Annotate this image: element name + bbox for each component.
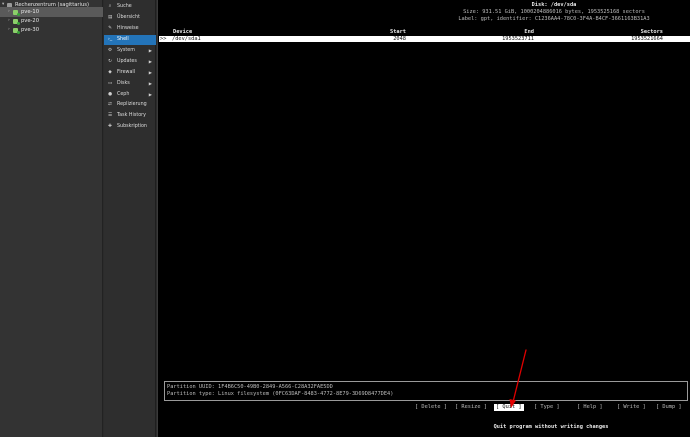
menu-item-label: Hinweise xyxy=(117,26,139,31)
dump-button[interactable]: [ Dump ] xyxy=(656,404,682,411)
partition-info-box: Partition UUID: 1F4B6C50-49B0-2849-A566-… xyxy=(164,381,688,401)
menu-item-subskription[interactable]: ✚ Subskription xyxy=(104,122,156,132)
menu-item-updates[interactable]: ↻ Updates ▶ xyxy=(104,57,156,67)
help-button[interactable]: [ Help ] xyxy=(577,404,603,411)
menu-item-uebersicht[interactable]: ▤ Übersicht xyxy=(104,13,156,23)
quit-button[interactable]: [ Quit ] xyxy=(494,404,524,411)
disk-icon: ▭ xyxy=(108,81,113,86)
type-button[interactable]: [ Type ] xyxy=(534,404,560,411)
notes-icon: ✎ xyxy=(108,26,112,31)
shell-icon: ›_ xyxy=(108,37,113,42)
shield-icon: ◆ xyxy=(108,70,112,75)
menu-item-ceph[interactable]: ● Ceph ▶ xyxy=(104,90,156,100)
disk-title: Disk: /dev/sda xyxy=(531,2,577,8)
summary-icon: ▤ xyxy=(108,15,113,20)
menu-item-disks[interactable]: ▭ Disks ▶ xyxy=(104,79,156,89)
partition-uuid: Partition UUID: 1F4B6C50-49B0-2849-A566-… xyxy=(167,384,333,390)
menu-item-label: Updates xyxy=(117,59,137,64)
caret-right-icon: ▶ xyxy=(148,59,152,64)
partition-row-selected[interactable]: >> /dev/sda1 2048 1953523711 1953521664 xyxy=(159,36,690,42)
tree-node-pve-30[interactable]: › pve-30 xyxy=(0,25,103,35)
menu-item-hinweise[interactable]: ✎ Hinweise xyxy=(104,24,156,34)
partition-type: Partition type: Linux filesystem (0FC63D… xyxy=(167,391,394,397)
node-menu: ⌕ Suche ▤ Übersicht ✎ Hinweise ›_ Shell … xyxy=(104,0,156,437)
menu-item-label: Firewall xyxy=(117,70,136,75)
server-icon xyxy=(13,18,20,25)
partition-sectors: 1953521664 xyxy=(631,36,663,42)
delete-button[interactable]: [ Delete ] xyxy=(415,404,447,411)
column-header-start: Start xyxy=(390,29,406,35)
refresh-icon: ↻ xyxy=(108,59,112,64)
caret-right-icon: ▶ xyxy=(148,92,152,97)
support-icon: ✚ xyxy=(108,124,112,129)
menu-item-label: Subskription xyxy=(117,124,147,129)
caret-right-icon: ▶ xyxy=(148,81,152,86)
list-icon: ☰ xyxy=(108,113,113,118)
search-icon: ⌕ xyxy=(108,4,112,9)
server-icon xyxy=(13,9,20,16)
menu-item-suche[interactable]: ⌕ Suche xyxy=(104,2,156,12)
menu-item-label: Ceph xyxy=(117,92,130,97)
menu-item-label: Shell xyxy=(117,37,129,42)
disk-label-line: Label: gpt, identifier: C1236AA4-78C0-3F… xyxy=(458,16,650,22)
column-header-end: End xyxy=(524,29,534,35)
column-header-device: Device xyxy=(173,29,193,35)
menu-item-system[interactable]: ⚙ System ▶ xyxy=(104,46,156,56)
write-button[interactable]: [ Write ] xyxy=(617,404,646,411)
resize-button[interactable]: [ Resize ] xyxy=(455,404,487,411)
menu-item-shell[interactable]: ›_ Shell xyxy=(104,35,156,45)
menu-item-label: System xyxy=(117,48,135,53)
menu-item-label: Übersicht xyxy=(117,15,140,20)
retweet-icon: ⇄ xyxy=(108,102,112,107)
menu-item-label: Suche xyxy=(117,4,132,9)
disk-size-line: Size: 931.51 GiB, 1000204886016 bytes, 1… xyxy=(463,9,645,15)
partition-start: 2048 xyxy=(393,36,406,42)
menu-item-task-history[interactable]: ☰ Task History xyxy=(104,111,156,121)
chevron-right-icon[interactable]: › xyxy=(8,25,10,35)
partition-device: /dev/sda1 xyxy=(172,36,201,42)
menu-item-firewall[interactable]: ◆ Firewall ▶ xyxy=(104,68,156,78)
caret-right-icon: ▶ xyxy=(148,48,152,53)
caret-right-icon: ▶ xyxy=(148,70,152,75)
server-icon xyxy=(13,27,20,34)
shell-terminal[interactable]: Disk: /dev/sda Size: 931.51 GiB, 1000204… xyxy=(157,0,690,437)
gear-icon: ⚙ xyxy=(108,48,113,53)
partition-end: 1953523711 xyxy=(502,36,534,42)
menu-item-label: Disks xyxy=(117,81,130,86)
column-header-sectors: Sectors xyxy=(640,29,663,35)
menu-hint: Quit program without writing changes xyxy=(493,424,609,430)
menu-item-label: Task History xyxy=(117,113,146,118)
menu-item-label: Replizierung xyxy=(117,102,147,107)
selection-marker: >> xyxy=(160,36,167,42)
tree-node-label: pve-30 xyxy=(21,27,40,33)
menu-item-replizierung[interactable]: ⇄ Replizierung xyxy=(104,100,156,110)
resource-tree: ▾ Rechenzentrum (sagittarius) › pve-10 ›… xyxy=(0,0,103,437)
ceph-icon: ● xyxy=(108,92,113,97)
